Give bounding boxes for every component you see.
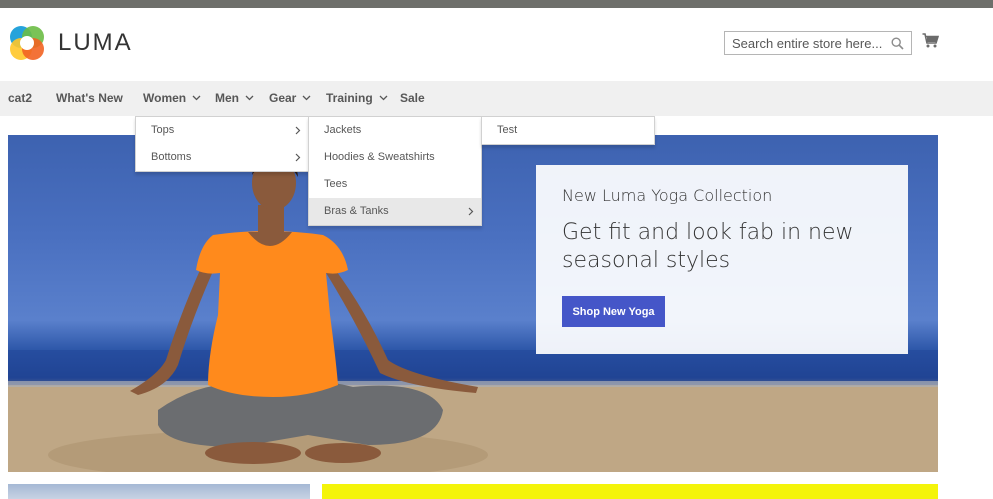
promo-tile-right[interactable] [322,484,938,499]
nav-item-sale[interactable]: Sale [400,81,425,116]
nav-item-gear[interactable]: Gear [269,81,311,116]
nav-item-label: Gear [269,91,297,105]
menu-item-label: Test [497,124,518,136]
search-icon[interactable] [891,37,904,50]
shop-new-yoga-button[interactable]: Shop New Yoga [562,296,665,327]
menu-item-label: Hoodies & Sweatshirts [324,151,435,163]
main-navigation: cat2 What's New Women Men Gear Training … [0,81,993,116]
promo-card: New Luma Yoga Collection Get fit and loo… [536,165,908,354]
menu-item-label: Jackets [324,124,362,136]
menu-item-bottoms[interactable]: Bottoms [136,144,308,171]
promo-eyebrow: New Luma Yoga Collection [562,186,773,205]
chevron-down-icon [379,95,388,101]
luma-logo[interactable]: LUMA [8,24,133,62]
nav-item-training[interactable]: Training [326,81,388,116]
nav-item-label: Men [215,91,239,105]
menu-item-label: Bras & Tanks [324,205,389,217]
menu-item-jackets[interactable]: Jackets [309,117,481,144]
search-input[interactable] [725,32,885,54]
bras-tanks-submenu: Test [481,116,655,145]
nav-item-label: What's New [56,91,123,105]
menu-item-hoodies-sweatshirts[interactable]: Hoodies & Sweatshirts [309,144,481,171]
menu-item-tees[interactable]: Tees [309,171,481,198]
women-submenu: Tops Bottoms [135,116,309,172]
chevron-right-icon [295,153,301,162]
nav-item-label: Women [143,91,187,105]
promo-tile-left[interactable] [8,484,310,499]
menu-item-bras-tanks[interactable]: Bras & Tanks [309,198,481,225]
chevron-down-icon [302,95,311,101]
nav-item-label: Training [326,91,373,105]
nav-item-men[interactable]: Men [215,81,254,116]
promo-title: Get fit and look fab in new seasonal sty… [562,220,854,273]
brand-name: LUMA [58,29,133,56]
search-box[interactable] [724,31,912,55]
nav-item-whats-new[interactable]: What's New [56,81,123,116]
chevron-down-icon [245,95,254,101]
chevron-right-icon [468,207,474,216]
nav-item-women[interactable]: Women [143,81,201,116]
luma-logo-icon [10,26,44,60]
nav-item-label: cat2 [8,91,33,105]
menu-item-test[interactable]: Test [482,117,654,144]
top-bar [0,0,993,8]
nav-item-cat2[interactable]: cat2 [8,81,32,116]
menu-item-label: Bottoms [151,151,192,163]
chevron-down-icon [192,95,201,101]
tops-submenu: Jackets Hoodies & Sweatshirts Tees Bras … [308,116,482,226]
nav-item-label: Sale [400,91,425,105]
menu-item-label: Tees [324,178,348,190]
menu-item-label: Tops [151,124,175,136]
chevron-right-icon [295,126,301,135]
menu-item-tops[interactable]: Tops [136,117,308,144]
cart-icon[interactable] [922,33,939,48]
